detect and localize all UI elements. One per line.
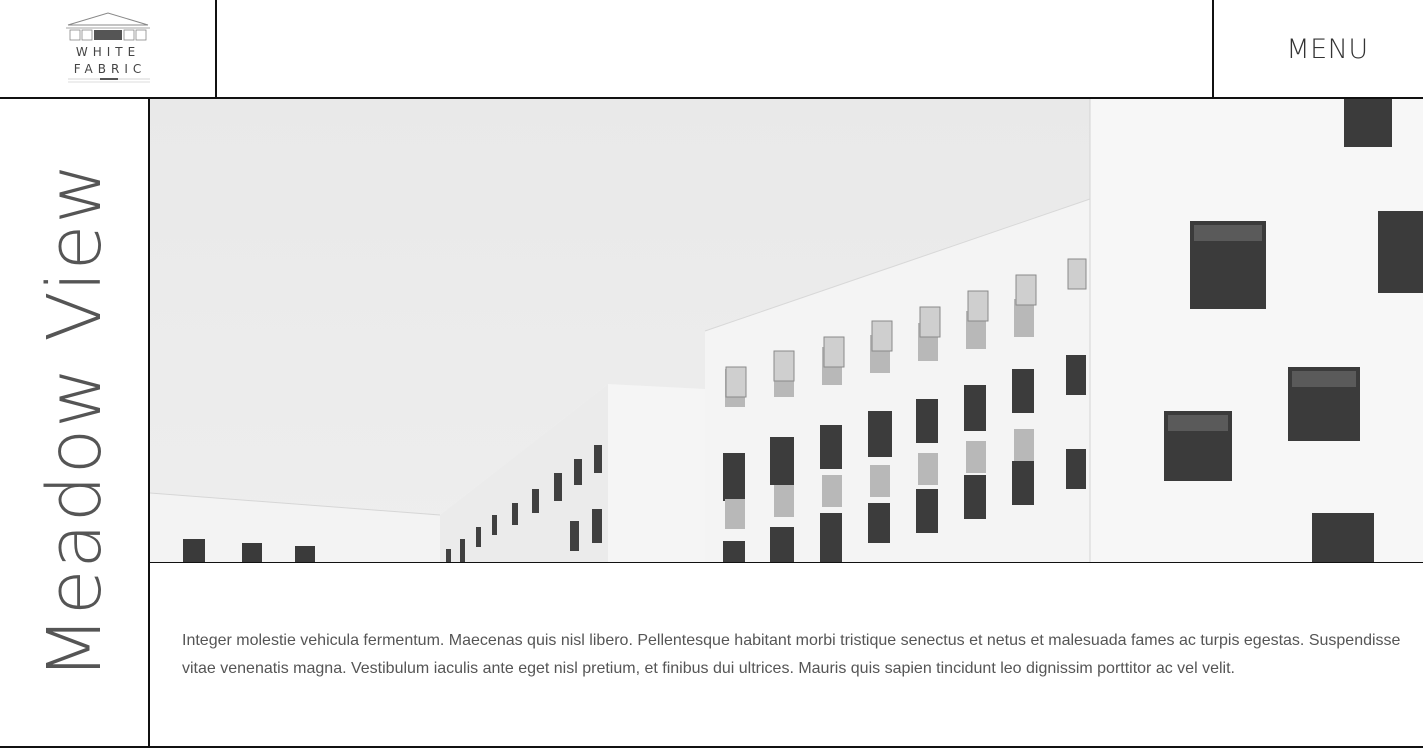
svg-text:WHITE: WHITE: [75, 45, 139, 59]
menu-label: MENU: [1286, 33, 1369, 65]
page-title: Meadow View: [32, 162, 118, 680]
logo-link[interactable]: WHITE FABRIC: [0, 0, 217, 98]
bottom-divider: [0, 746, 1423, 748]
menu-button[interactable]: MENU: [1212, 0, 1423, 98]
hero-image: [150, 99, 1423, 563]
sidebar: Meadow View: [0, 99, 150, 747]
svg-text:FABRIC: FABRIC: [73, 62, 146, 76]
white-fabric-logo: WHITE FABRIC: [65, 12, 150, 83]
site-header: WHITE FABRIC MENU: [0, 0, 1423, 99]
project-description: Integer molestie vehicula fermentum. Mae…: [182, 632, 1401, 677]
buildings-illustration: [150, 99, 1423, 562]
